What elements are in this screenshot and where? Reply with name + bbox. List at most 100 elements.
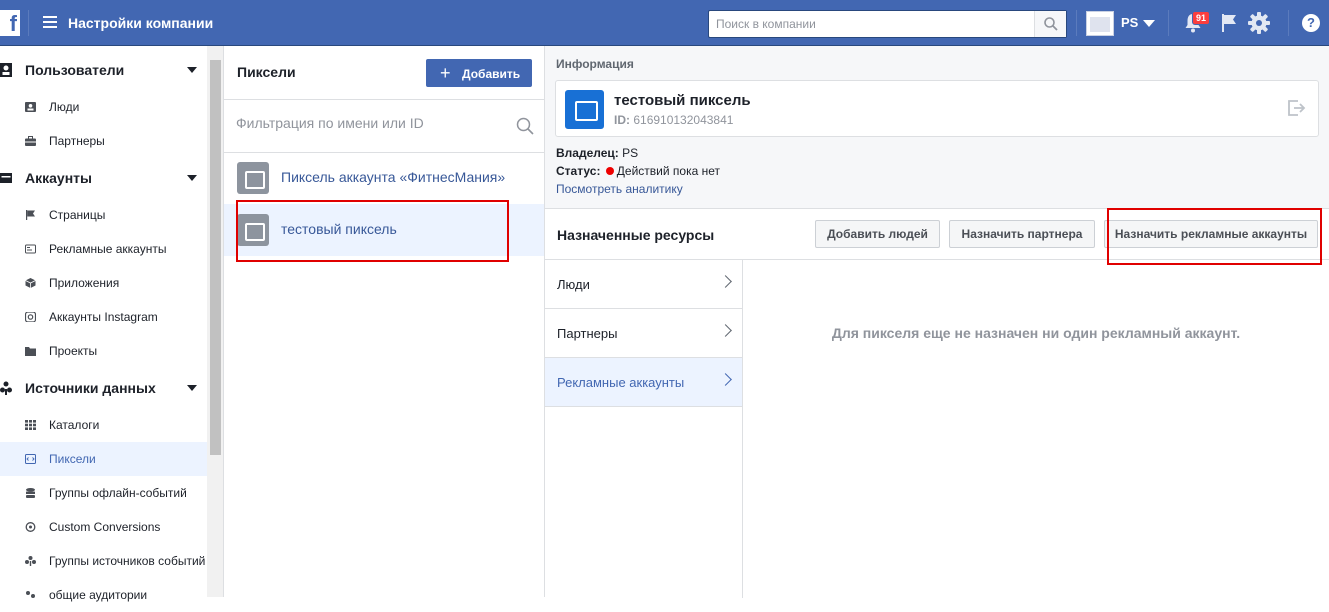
sidebar-item-event-source-groups[interactable]: Группы источников событий [0,544,207,578]
sidebar-item-label: Проекты [49,344,98,358]
sidebar-item-label: Рекламные аккаунты [49,242,167,256]
divider [1168,10,1169,36]
sidebar-scrollbar[interactable] [207,46,224,597]
gear-icon[interactable] [1248,12,1270,34]
sidebar-item-pixels[interactable]: Пиксели [0,442,207,476]
empty-state-message: Для пикселя еще не назначен ни один рекл… [831,325,1241,341]
data-sources-icon [0,381,12,395]
sidebar-item-shared-audiences[interactable]: общие аудитории [0,578,207,612]
search-icon [1044,17,1058,31]
database-icon [26,488,35,498]
pixels-panel: Пиксели + Добавить Пиксель аккаунта «Фит… [224,46,545,597]
sidebar-item-offline-event-sets[interactable]: Группы офлайн-событий [0,476,207,510]
sidebar-item-ad-accounts[interactable]: Рекламные аккаунты [0,232,207,266]
owner-row: Владелец: PS [556,146,639,160]
tab-label: Люди [557,277,590,292]
sidebar-item-label: Группы офлайн-событий [49,486,187,500]
pixels-title: Пиксели [237,64,296,80]
app-title: Настройки компании [68,15,214,31]
chevron-down-icon[interactable] [187,385,197,391]
sidebar-item-projects[interactable]: Проекты [0,334,207,368]
search-box [708,10,1067,38]
view-analytics-link[interactable]: Посмотреть аналитику [556,182,683,196]
pixel-icon [237,162,269,194]
top-bar: f Настройки компании PS 91 ? [0,0,1329,46]
chevron-right-icon [719,324,732,337]
assign-partner-button[interactable]: Назначить партнера [949,220,1095,248]
sidebar-item-label: Группы источников событий [49,554,206,568]
chevron-down-icon[interactable] [187,175,197,181]
accounts-icon [0,173,12,183]
folder-icon [25,347,36,356]
chevron-right-icon [719,373,732,386]
exit-icon[interactable] [1286,98,1306,118]
pixel-code-icon [25,454,36,464]
sidebar-item-label: Приложения [49,276,120,290]
sidebar-item-label: Партнеры [49,134,105,148]
help-icon[interactable]: ? [1302,14,1320,32]
users-icon [0,63,12,77]
scrollbar-thumb[interactable] [210,60,221,455]
chevron-right-icon [719,275,732,288]
flag-icon [26,210,35,220]
highlight-box [1107,208,1322,265]
status-row: Статус: Действий пока нет [556,164,720,178]
sidebar-item-apps[interactable]: Приложения [0,266,207,300]
pixel-name: Пиксель аккаунта «ФитнесМания» [281,169,506,185]
info-section-label: Информация [556,57,634,71]
sidebar-item-custom-conversions[interactable]: Custom Conversions [0,510,207,544]
tab-label: Рекламные аккаунты [557,375,685,390]
pixel-filter [224,100,544,152]
search-button[interactable] [1034,11,1066,37]
chevron-down-icon[interactable] [187,67,197,73]
facebook-logo-icon[interactable]: f [0,10,20,36]
pixel-id: ID: 616910132043841 [614,113,734,127]
sidebar-item-people[interactable]: Люди [0,90,207,124]
search-icon [516,117,534,135]
sidebar-item-label: Страницы [49,208,106,222]
tab-partners[interactable]: Партнеры [545,309,742,358]
sidebar-item-partners[interactable]: Партнеры [0,124,207,158]
sidebar-item-pages[interactable]: Страницы [0,198,207,232]
sidebar-group-accounts[interactable]: Аккаунты [0,161,207,195]
pixel-filter-input[interactable] [236,115,506,131]
pixel-code-icon [565,90,604,129]
assigned-title: Назначенные ресурсы [557,227,715,243]
tab-people[interactable]: Люди [545,260,742,309]
add-pixel-button[interactable]: + Добавить [426,59,532,87]
briefcase-icon [25,136,36,146]
conversion-icon [25,522,36,532]
ad-account-icon [25,244,36,254]
person-icon [25,102,36,112]
sidebar-group-data-sources[interactable]: Источники данных [0,371,207,405]
chevron-down-icon[interactable] [1143,20,1155,27]
plus-icon: + [440,63,451,83]
menu-icon[interactable] [43,16,57,28]
business-name[interactable]: PS [1121,15,1138,30]
flag-icon[interactable] [1220,13,1238,33]
tab-label: Партнеры [557,326,618,341]
sidebar-item-label: Пиксели [49,452,96,466]
highlight-box [236,200,509,262]
sidebar-item-instagram-accounts[interactable]: Аккаунты Instagram [0,300,207,334]
sidebar-group-users[interactable]: Пользователи [0,53,207,87]
assigned-resources: Назначенные ресурсы Добавить людей Назна… [545,208,1329,598]
status-dot-icon [605,167,614,175]
search-input[interactable] [709,11,1035,37]
details-panel: Информация тестовый пиксель ID: 61691013… [545,46,1329,598]
add-people-button[interactable]: Добавить людей [815,220,940,248]
pixel-list-item[interactable]: Пиксель аккаунта «ФитнесМания» [224,152,544,204]
sidebar: Пользователи Люди Партнеры Аккаунты Стра… [0,46,207,602]
cube-icon [25,278,36,288]
tab-ad-accounts[interactable]: Рекламные аккаунты [545,358,742,407]
business-avatar-icon[interactable] [1086,11,1114,36]
event-source-icon [25,556,36,566]
sidebar-item-label: Люди [49,100,80,114]
divider [28,10,29,36]
sidebar-item-label: Аккаунты Instagram [49,310,158,324]
sidebar-item-label: общие аудитории [49,588,148,602]
audience-icon [26,591,35,598]
sidebar-item-catalogs[interactable]: Каталоги [0,408,207,442]
grid-icon [25,420,36,430]
instagram-icon [25,312,36,322]
